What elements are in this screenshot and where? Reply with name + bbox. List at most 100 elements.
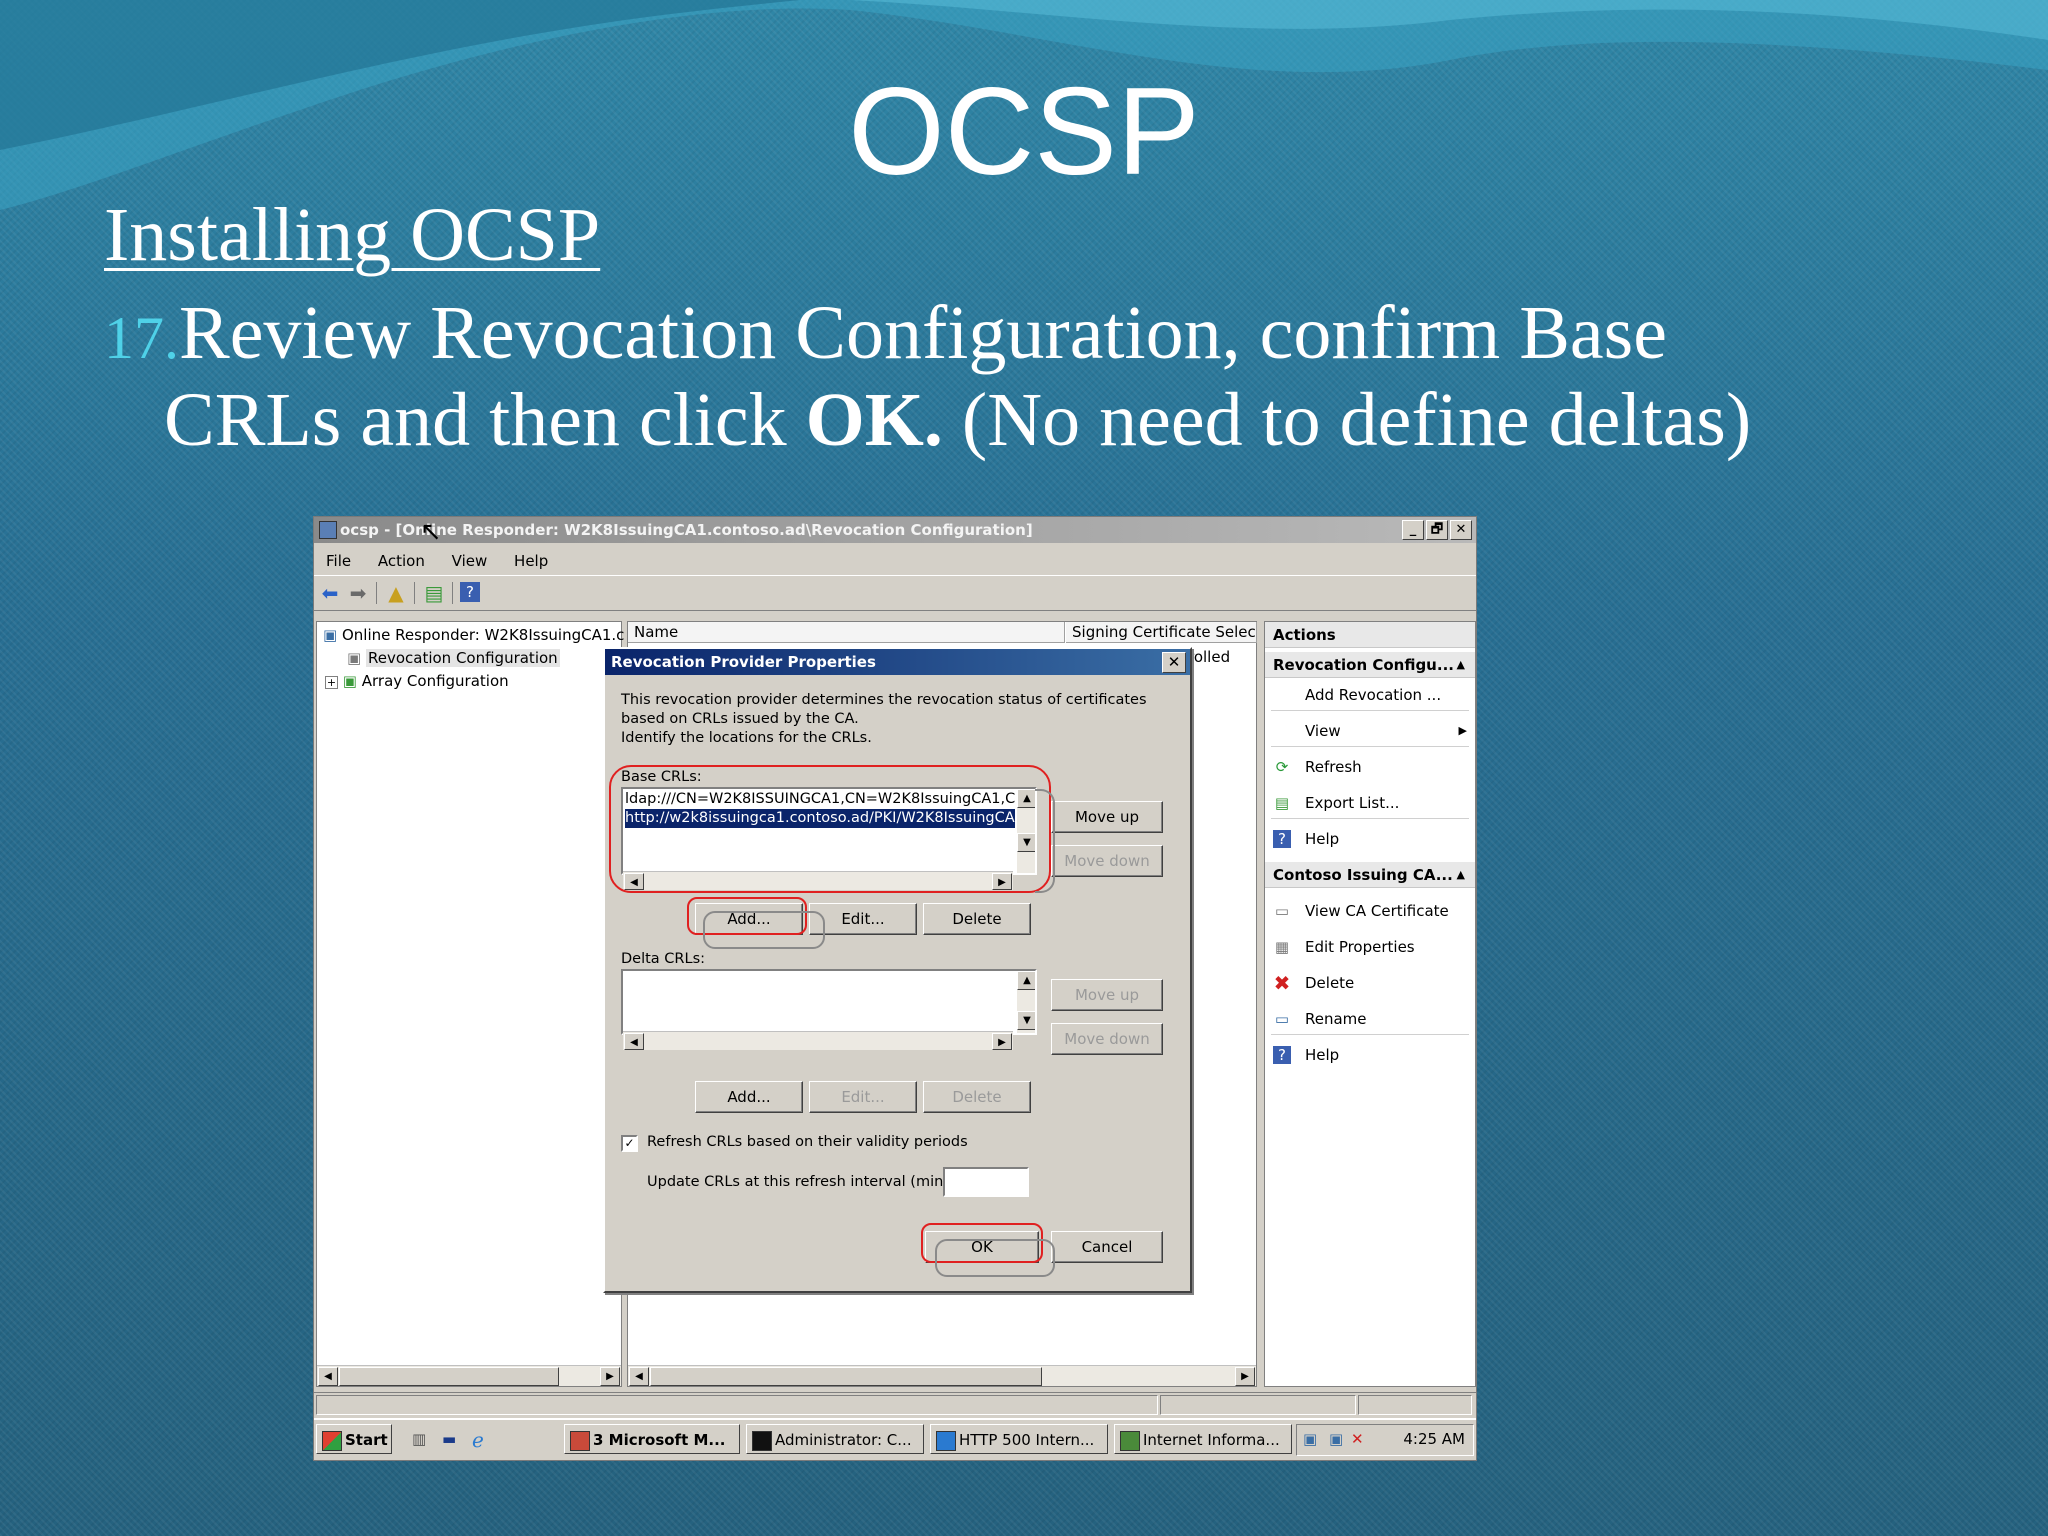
- base-add-button[interactable]: Add...: [695, 903, 803, 935]
- dialog-titlebar[interactable]: Revocation Provider Properties ✕: [605, 649, 1190, 675]
- base-edit-button[interactable]: Edit...: [809, 903, 917, 935]
- back-arrow-icon[interactable]: ⬅: [318, 582, 342, 604]
- action-edit-properties[interactable]: ▦ Edit Properties: [1265, 934, 1475, 960]
- delta-add-button[interactable]: Add...: [695, 1081, 803, 1113]
- column-name[interactable]: Name: [628, 622, 1065, 643]
- window-titlebar[interactable]: ocsp - [Online Responder: W2K8IssuingCA1…: [314, 517, 1476, 543]
- minimize-button[interactable]: _: [1402, 520, 1424, 540]
- delta-delete-button[interactable]: Delete: [923, 1081, 1031, 1113]
- ie-icon[interactable]: ℯ: [472, 1428, 492, 1452]
- export-list-icon[interactable]: ▤: [422, 582, 446, 604]
- menu-bar: File Action View Help: [314, 545, 1476, 573]
- step-number: 17.: [104, 305, 179, 371]
- cancel-button[interactable]: Cancel: [1051, 1231, 1163, 1263]
- toolbar: ⬅ ➡ ▲ ▤ ?: [314, 575, 1476, 611]
- refresh-crls-label: Refresh CRLs based on their validity per…: [647, 1134, 968, 1150]
- status-bar: [314, 1392, 1476, 1415]
- taskbar-microsoft-mmc[interactable]: 3 Microsoft M...: [564, 1424, 740, 1454]
- refresh-interval-input[interactable]: [943, 1167, 1029, 1197]
- mouse-cursor-icon: ↖: [420, 517, 442, 547]
- tray-monitor-icon[interactable]: ▣: [1329, 1430, 1343, 1448]
- delta-move-down-button[interactable]: Move down: [1051, 1023, 1163, 1055]
- collapse-icon: ▲: [1456, 658, 1465, 671]
- base-crl-item-http[interactable]: http://w2k8issuingca1.contoso.ad/PKI/W2K…: [625, 809, 1015, 828]
- menu-action[interactable]: Action: [378, 552, 425, 570]
- step-text: 17.Review Revocation Configuration, conf…: [104, 292, 1964, 461]
- base-move-up-button[interactable]: Move up: [1051, 801, 1163, 833]
- base-crl-item-ldap[interactable]: ldap:///CN=W2K8ISSUINGCA1,CN=W2K8Issuing…: [625, 790, 1015, 809]
- row-status-fragment: rolled: [1188, 648, 1231, 666]
- collapse-icon: ▲: [1456, 868, 1465, 881]
- action-help[interactable]: ? Help: [1265, 826, 1475, 852]
- ie-icon: [936, 1431, 956, 1451]
- action-view-ca-certificate[interactable]: ▭ View CA Certificate: [1265, 898, 1475, 924]
- action-delete[interactable]: ✖ Delete: [1265, 970, 1475, 996]
- restore-button[interactable]: 🗗: [1426, 520, 1448, 540]
- slide-subtitle: Installing OCSP: [104, 193, 601, 277]
- delta-crls-hscrollbar[interactable]: ◀ ▶: [623, 1031, 1013, 1050]
- cmd-icon: [752, 1431, 772, 1451]
- expand-icon[interactable]: +: [325, 676, 338, 689]
- slide-title: OCSP: [848, 63, 1200, 201]
- delta-crls-vscrollbar[interactable]: ▲ ▼: [1017, 971, 1035, 1033]
- column-signing-certificate[interactable]: Signing Certificate Selectio: [1066, 622, 1257, 643]
- base-crls-vscrollbar[interactable]: ▲ ▼: [1017, 789, 1035, 873]
- action-help-2[interactable]: ? Help: [1265, 1042, 1475, 1068]
- mmc-app-icon: [319, 521, 337, 539]
- iis-icon: [1120, 1431, 1140, 1451]
- properties-icon: ▦: [1274, 938, 1290, 956]
- close-button[interactable]: ✕: [1450, 520, 1472, 540]
- tree-hscrollbar[interactable]: ◀ ▶: [317, 1365, 621, 1386]
- base-crls-hscrollbar[interactable]: ◀ ▶: [623, 871, 1013, 890]
- rename-icon: ▭: [1274, 1010, 1290, 1028]
- delta-crls-list[interactable]: ▲ ▼: [621, 969, 1037, 1035]
- step-line-2b: (No need to define deltas): [942, 378, 1752, 462]
- action-view[interactable]: View ▶: [1265, 718, 1475, 744]
- desktop-icon[interactable]: ▬: [442, 1430, 462, 1448]
- start-button[interactable]: Start: [316, 1424, 392, 1454]
- taskbar-http-500[interactable]: HTTP 500 Intern...: [930, 1424, 1108, 1454]
- revocation-icon: ▣: [347, 649, 362, 667]
- windows-logo-icon: [322, 1431, 342, 1451]
- taskbar: Start ▥ ▬ ℯ 3 Microsoft M... Administrat…: [314, 1418, 1476, 1460]
- submenu-arrow-icon: ▶: [1458, 724, 1467, 737]
- actions-section-contoso[interactable]: Contoso Issuing CA... ▲: [1265, 862, 1475, 888]
- server-icon: ▣: [323, 626, 338, 644]
- clock[interactable]: 4:25 AM: [1403, 1430, 1465, 1448]
- server-manager-icon[interactable]: ▥: [412, 1430, 432, 1448]
- array-icon: ▣: [342, 672, 357, 690]
- step-line-1: Review Revocation Configuration, confirm…: [179, 291, 1667, 375]
- up-folder-icon[interactable]: ▲: [384, 582, 408, 604]
- menu-file[interactable]: File: [326, 552, 351, 570]
- help-icon[interactable]: ?: [460, 582, 480, 602]
- delta-edit-button[interactable]: Edit...: [809, 1081, 917, 1113]
- delta-move-up-button[interactable]: Move up: [1051, 979, 1163, 1011]
- taskbar-internet-information[interactable]: Internet Informa...: [1114, 1424, 1292, 1454]
- tree-item-array-configuration[interactable]: + ▣ Array Configuration: [325, 672, 509, 690]
- dialog-close-button[interactable]: ✕: [1162, 652, 1186, 673]
- action-rename[interactable]: ▭ Rename: [1265, 1006, 1475, 1032]
- step-line-2-bold: OK.: [805, 378, 943, 462]
- forward-arrow-icon[interactable]: ➡: [346, 582, 370, 604]
- action-add-revocation[interactable]: Add Revocation ...: [1265, 682, 1475, 708]
- actions-section-revocation[interactable]: Revocation Configu... ▲: [1265, 652, 1475, 678]
- menu-view[interactable]: View: [452, 552, 488, 570]
- mmc-window: ocsp - [Online Responder: W2K8IssuingCA1…: [313, 516, 1477, 1461]
- action-refresh[interactable]: ⟳ Refresh: [1265, 754, 1475, 780]
- base-crls-list[interactable]: ldap:///CN=W2K8ISSUINGCA1,CN=W2K8Issuing…: [621, 787, 1037, 875]
- base-delete-button[interactable]: Delete: [923, 903, 1031, 935]
- help-icon: ?: [1273, 830, 1291, 848]
- refresh-crls-checkbox[interactable]: ✓: [621, 1135, 638, 1152]
- base-move-down-button[interactable]: Move down: [1051, 845, 1163, 877]
- tree-item-revocation-configuration[interactable]: ▣ Revocation Configuration: [347, 649, 560, 667]
- base-crls-label: Base CRLs:: [621, 769, 702, 785]
- tray-volume-muted-icon[interactable]: ✕: [1351, 1430, 1364, 1448]
- tree-item-online-responder[interactable]: ▣ Online Responder: W2K8IssuingCA1.c: [323, 626, 624, 644]
- menu-help[interactable]: Help: [514, 552, 548, 570]
- ok-button[interactable]: OK: [925, 1231, 1039, 1263]
- results-hscrollbar[interactable]: ◀ ▶: [628, 1365, 1256, 1386]
- actions-pane: Actions Revocation Configu... ▲ Add Revoc…: [1264, 621, 1476, 1387]
- action-export-list[interactable]: ▤ Export List...: [1265, 790, 1475, 816]
- tray-network-icon[interactable]: ▣: [1303, 1430, 1317, 1448]
- taskbar-administrator-cmd[interactable]: Administrator: C...: [746, 1424, 924, 1454]
